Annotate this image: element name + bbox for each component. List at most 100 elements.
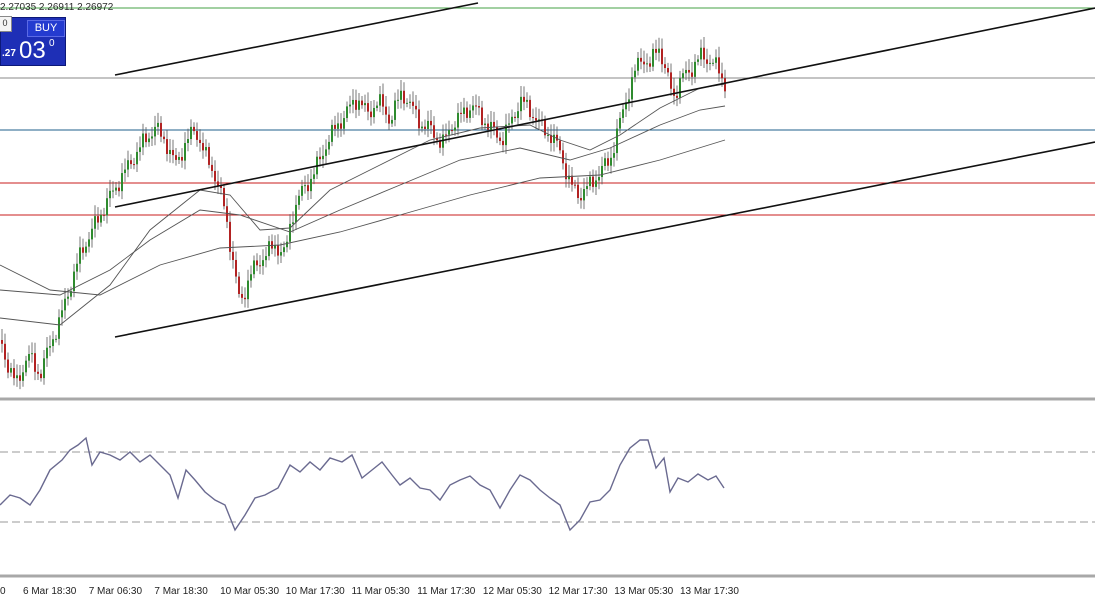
x-axis-label: 10 Mar 17:30 [286, 586, 345, 597]
candle [490, 110, 492, 139]
price-chart[interactable]: 6 Mar 18:30 7 Mar 06:30 7 Mar 18:30 10 Mar … [0, 0, 1095, 600]
channel-trendline[interactable] [114, 7, 1095, 208]
candle [589, 171, 591, 191]
candle [106, 188, 108, 224]
candle [217, 170, 219, 194]
candle [232, 241, 234, 269]
candle [514, 111, 516, 122]
candle [415, 95, 417, 119]
candle [640, 48, 642, 70]
candle [328, 135, 330, 155]
candle [610, 147, 612, 174]
candle [79, 236, 81, 273]
one-click-trade-panel[interactable]: 0 BUY .27 03 0 [0, 16, 66, 66]
candle [136, 142, 138, 173]
candle [478, 96, 480, 116]
candle [586, 177, 588, 197]
candle [466, 101, 468, 123]
candle [304, 175, 306, 194]
candle [457, 103, 459, 136]
buy-button[interactable]: BUY [27, 20, 65, 37]
candle [4, 333, 6, 368]
candle [277, 234, 279, 265]
candle [94, 205, 96, 238]
candle [298, 189, 300, 210]
candle [463, 97, 465, 122]
candle [520, 86, 522, 120]
candle [439, 133, 441, 154]
x-axis-label: 13 Mar 17:30 [680, 586, 739, 597]
x-axis-label: 12 Mar 17:30 [549, 586, 608, 597]
candle [85, 241, 87, 257]
candle [166, 129, 168, 162]
candle [142, 123, 144, 156]
candle [607, 151, 609, 172]
candle [208, 142, 210, 169]
candle [364, 94, 366, 112]
candle [592, 169, 594, 193]
candle [103, 207, 105, 222]
candle [706, 48, 708, 73]
candle [412, 91, 414, 115]
candle [121, 163, 123, 200]
candle [352, 89, 354, 114]
candle [712, 58, 714, 67]
candle [679, 70, 681, 104]
candle [193, 122, 195, 135]
candle [124, 158, 126, 182]
candles [1, 37, 726, 390]
candle [250, 265, 252, 288]
candle [238, 272, 240, 298]
candle [604, 152, 606, 171]
candle [268, 235, 270, 261]
candle [334, 115, 336, 137]
candle [280, 242, 282, 264]
candle [229, 211, 231, 261]
candle [487, 114, 489, 138]
rsi-indicator [0, 436, 1095, 532]
panel-toggle-button[interactable]: 0 [0, 16, 12, 32]
candle [643, 50, 645, 74]
horizontal-levels [0, 7, 1095, 216]
channel-trendline[interactable] [114, 141, 1095, 338]
candle [550, 124, 552, 152]
candle [565, 152, 567, 188]
candle [109, 179, 111, 207]
candle [163, 131, 165, 144]
channel-trendline[interactable] [114, 2, 479, 76]
candle [178, 151, 180, 164]
candle [622, 103, 624, 123]
ask-price-pip: 0 [49, 38, 55, 49]
candle [43, 349, 45, 385]
ask-price-prefix: .27 [2, 48, 16, 59]
candle [670, 63, 672, 96]
candle [316, 150, 318, 179]
candle [691, 62, 693, 86]
candle [91, 218, 93, 248]
candle [715, 49, 717, 70]
x-axis: 6 Mar 18:30 7 Mar 06:30 7 Mar 18:30 10 Mar … [0, 586, 739, 597]
candle [601, 156, 603, 185]
candle [580, 187, 582, 209]
candle [703, 37, 705, 68]
candle [427, 110, 429, 138]
candle [133, 157, 135, 170]
candle [685, 61, 687, 81]
candle [382, 83, 384, 116]
candle [259, 255, 261, 275]
candle [241, 286, 243, 304]
x-axis-label: 11 Mar 05:30 [352, 586, 411, 597]
candle [502, 131, 504, 153]
candle [652, 43, 654, 72]
candle [97, 207, 99, 230]
candle [340, 113, 342, 137]
candle [598, 166, 600, 190]
candle [499, 132, 501, 146]
candle [667, 62, 669, 77]
candle [214, 160, 216, 190]
x-axis-label: 11 Mar 17:30 [417, 586, 476, 597]
x-axis-label: 7 Mar 06:30 [89, 586, 143, 597]
candle [682, 68, 684, 83]
candle [616, 119, 618, 161]
candle [406, 98, 408, 108]
